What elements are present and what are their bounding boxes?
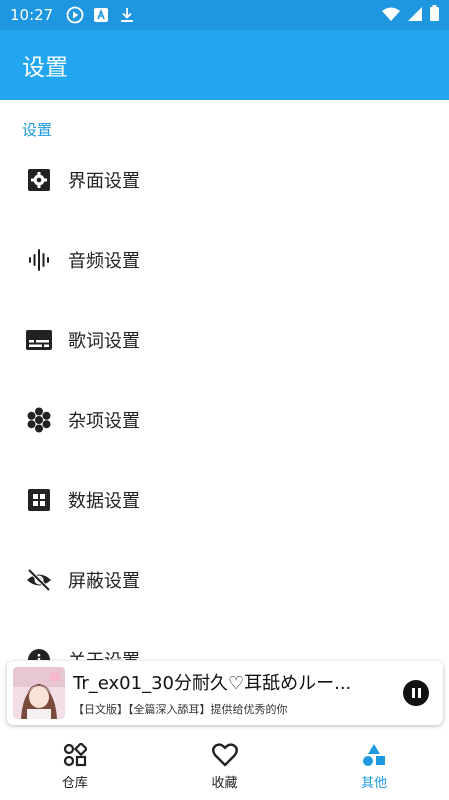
signal-icon [408,6,422,25]
settings-list: 界面设置 音频设置 歌词设置 杂项设置 数据设置 屏蔽设置 关于 [0,140,449,660]
settings-item-label: 杂项设置 [68,411,140,432]
settings-item-block[interactable]: 屏蔽设置 [0,540,449,620]
settings-item-lyrics[interactable]: 歌词设置 [0,300,449,380]
settings-item-interface[interactable]: 界面设置 [0,140,449,220]
status-time: 10:27 [10,6,54,24]
heart-outline-icon [211,741,239,769]
wifi-icon [382,6,400,25]
visibility-off-icon [26,567,52,593]
settings-item-label: 界面设置 [68,171,140,192]
workspaces-icon [26,407,52,433]
track-title: Tr_ex01_30分耐久♡耳舐めルー... [73,673,352,694]
nav-label: 其他 [361,776,388,791]
pause-button[interactable] [403,680,429,706]
section-header: 设置 [22,121,53,139]
nav-label: 仓库 [61,776,88,791]
play-circle-icon [65,5,85,25]
settings-item-label: 歌词设置 [68,331,140,352]
nav-tab-library[interactable]: 仓库 [0,732,150,800]
text-a-icon [91,5,111,25]
status-bar: 10:27 [0,0,449,30]
nav-label: 收藏 [211,776,238,791]
download-icon [117,5,137,25]
grid-icon [26,487,52,513]
settings-item-about[interactable]: 关于设置 [0,620,449,660]
settings-item-label: 音频设置 [68,251,140,272]
subtitles-icon [26,327,52,353]
settings-item-label: 屏蔽设置 [68,571,140,592]
settings-item-misc[interactable]: 杂项设置 [0,380,449,460]
app-bar: 设置 [0,30,449,100]
page-title: 设置 [22,55,68,81]
shapes-icon [360,741,388,769]
settings-item-label: 关于设置 [68,647,140,660]
info-icon [26,647,52,660]
album-cover[interactable] [13,667,65,719]
nav-tab-favorites[interactable]: 收藏 [150,732,300,800]
bottom-nav: 仓库 收藏 其他 [0,732,449,800]
nav-tab-other[interactable]: 其他 [299,732,449,800]
settings-item-audio[interactable]: 音频设置 [0,220,449,300]
category-icon [61,741,89,769]
settings-item-data[interactable]: 数据设置 [0,460,449,540]
mini-player[interactable]: Tr_ex01_30分耐久♡耳舐めルー... 【日文版】【全篇深入舔耳】提供给优… [7,661,443,725]
track-subtitle: 【日文版】【全篇深入舔耳】提供给优秀的你 [73,703,288,716]
audio-waveform-icon [26,247,52,273]
battery-icon [430,5,439,25]
pause-icon [411,688,415,698]
settings-item-label: 数据设置 [68,491,140,512]
gear-icon [26,167,52,193]
track-info[interactable]: Tr_ex01_30分耐久♡耳舐めルー... 【日文版】【全篇深入舔耳】提供给优… [73,669,393,717]
